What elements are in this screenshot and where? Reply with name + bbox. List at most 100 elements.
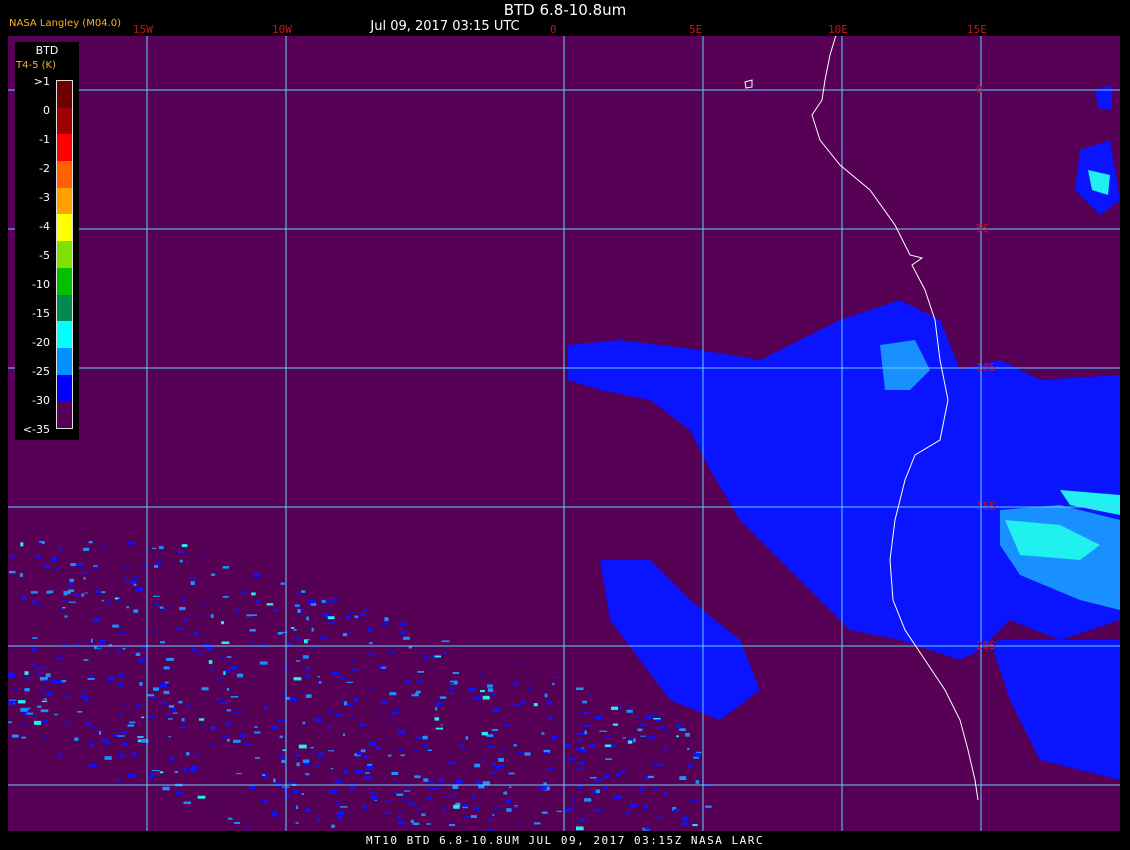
cloud-speck: [279, 735, 283, 738]
cloud-speck: [97, 659, 104, 661]
cloud-speck: [230, 696, 239, 698]
cloud-speck: [292, 789, 299, 794]
legend-swatch: [57, 81, 72, 108]
cloud-speck: [471, 796, 476, 799]
cloud-speck: [628, 737, 633, 741]
cloud-speck: [687, 764, 693, 768]
cloud-speck: [81, 593, 85, 597]
cloud-speck: [88, 639, 92, 642]
cloud-speck: [441, 640, 450, 643]
cloud-speck: [85, 722, 92, 725]
cloud-speck: [163, 690, 170, 695]
cloud-speck: [320, 635, 323, 638]
cloud-speck: [516, 752, 524, 754]
cloud-speck: [327, 616, 335, 620]
cloud-speck: [210, 727, 218, 730]
cloud-speck: [20, 542, 24, 547]
cloud-speck: [541, 732, 545, 735]
cloud-speck: [304, 808, 311, 813]
cloud-speck: [56, 657, 64, 660]
cloud-speck: [95, 590, 100, 594]
cloud-speck: [658, 726, 666, 729]
cloud-speck: [135, 704, 142, 707]
cloud-speck: [689, 799, 698, 801]
cloud-speck: [657, 816, 663, 818]
cloud-speck: [245, 825, 249, 828]
cloud-speck: [619, 706, 623, 711]
cloud-speck: [435, 707, 438, 711]
cloud-speck: [90, 638, 93, 643]
cloud-region-plume: [600, 560, 760, 720]
cloud-speck: [209, 743, 215, 745]
cloud-speck: [503, 724, 510, 727]
cloud-speck: [381, 622, 388, 625]
cloud-speck: [67, 582, 74, 586]
cloud-speck: [480, 690, 485, 693]
longitude-label: 0: [550, 23, 557, 36]
legend-tick-label: 0: [43, 104, 50, 117]
cloud-speck: [226, 688, 230, 691]
cloud-speck: [370, 687, 373, 689]
cloud-speck: [308, 599, 316, 604]
cloud-speck: [575, 687, 584, 691]
cloud-speck: [630, 804, 638, 808]
legend-tick-label: -25: [32, 365, 50, 378]
cloud-speck: [519, 664, 525, 666]
legend-colorbar: [56, 80, 73, 429]
cloud-speck: [296, 637, 300, 641]
cloud-speck: [314, 718, 323, 723]
cloud-speck: [491, 693, 497, 696]
cloud-speck: [604, 744, 612, 748]
cloud-speck: [631, 789, 636, 791]
cloud-speck: [159, 606, 164, 609]
cloud-speck: [179, 606, 186, 611]
cloud-speck: [666, 732, 670, 734]
cloud-speck: [449, 682, 454, 685]
legend-swatch: [57, 401, 72, 428]
cloud-speck: [33, 715, 36, 719]
cloud-speck: [273, 778, 276, 783]
cloud-speck: [612, 723, 619, 726]
cloud-speck: [74, 737, 79, 741]
cloud-speck: [22, 723, 26, 727]
cloud-speck: [104, 756, 112, 760]
cloud-speck: [435, 727, 444, 730]
legend-swatch: [57, 347, 72, 375]
cloud-speck: [201, 687, 209, 691]
cloud-speck: [37, 705, 42, 708]
cloud-speck: [122, 742, 129, 746]
cloud-speck: [302, 759, 310, 763]
cloud-speck: [266, 603, 274, 606]
latitude-label: 5S: [976, 222, 990, 235]
cloud-speck: [506, 799, 511, 803]
cloud-speck: [42, 720, 49, 723]
cloud-speck: [594, 716, 603, 720]
cloud-speck: [645, 715, 653, 719]
cloud-speck: [217, 697, 221, 701]
cloud-speck: [533, 822, 541, 825]
cloud-speck: [407, 786, 411, 789]
cloud-speck: [27, 707, 31, 710]
cloud-speck: [46, 692, 53, 696]
cloud-speck: [414, 775, 421, 779]
cloud-speck: [445, 796, 451, 798]
cloud-speck: [21, 736, 27, 739]
cloud-speck: [151, 547, 157, 550]
cloud-speck: [227, 817, 233, 820]
cloud-speck: [183, 801, 192, 805]
cloud-speck: [35, 603, 42, 605]
cloud-speck: [352, 669, 359, 671]
cloud-speck: [416, 690, 421, 694]
cloud-speck: [351, 714, 354, 717]
cloud-speck: [154, 603, 160, 606]
cloud-speck: [133, 609, 139, 613]
cloud-speck: [139, 682, 143, 686]
cloud-speck: [190, 581, 195, 586]
cloud-speck: [426, 657, 429, 661]
cloud-speck: [482, 695, 490, 700]
cloud-speck: [293, 677, 302, 681]
cloud-speck: [10, 555, 16, 558]
cloud-speck: [62, 644, 67, 646]
cloud-speck: [577, 732, 586, 736]
cloud-speck: [49, 679, 55, 683]
